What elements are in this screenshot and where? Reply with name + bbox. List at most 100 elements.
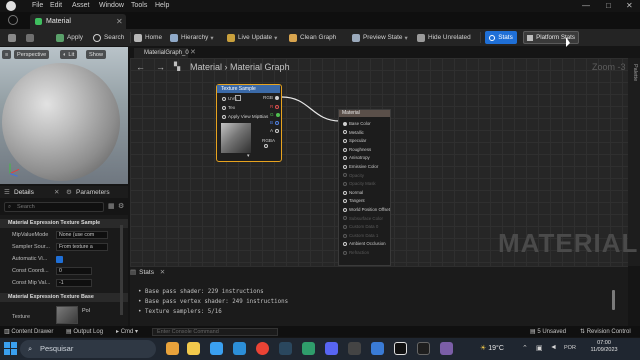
material-input-pin[interactable]: Ambient Occlusion xyxy=(343,241,386,246)
sampler-source-select[interactable]: From texture a xyxy=(56,243,108,251)
unsaved-indicator[interactable]: ▤ 5 Unsaved xyxy=(530,328,566,335)
language-indicator[interactable]: POR xyxy=(564,345,576,351)
section-texture-base[interactable]: Material Expression Texture Base xyxy=(0,293,128,302)
home-button[interactable]: Home xyxy=(134,31,162,44)
clean-graph-button[interactable]: Clean Graph xyxy=(289,31,336,44)
material-input-pin[interactable]: Specular xyxy=(343,138,366,143)
breadcrumb-root[interactable]: Material xyxy=(190,62,222,72)
app-icon[interactable] xyxy=(302,342,315,355)
app-icon[interactable] xyxy=(348,342,361,355)
node-output-pin[interactable]: B xyxy=(270,120,280,125)
minimize-icon[interactable]: — xyxy=(582,1,590,10)
node-output-pin[interactable]: A xyxy=(270,128,280,133)
graph-hierarchy-icon[interactable]: ▚ xyxy=(174,62,180,71)
viewport-menu-button[interactable]: ≡ xyxy=(2,50,12,59)
console-command-input[interactable]: Enter Console Command xyxy=(152,328,278,336)
app-icon[interactable] xyxy=(371,342,384,355)
maximize-icon[interactable]: □ xyxy=(606,1,611,10)
search-button[interactable]: Search xyxy=(93,31,124,44)
menu-asset[interactable]: Asset xyxy=(72,2,90,9)
stats-scrollbar[interactable] xyxy=(612,290,615,310)
live-update-button[interactable]: Live Update ▾ xyxy=(227,31,277,44)
back-arrow-icon[interactable]: ← xyxy=(136,62,145,72)
material-input-pin[interactable]: Emissive Color xyxy=(343,164,378,169)
show-button[interactable]: Show xyxy=(86,50,106,59)
edge-browser-icon[interactable] xyxy=(233,342,246,355)
hide-unrelated-button[interactable]: Hide Unrelated xyxy=(417,31,471,44)
ue-home-icon[interactable] xyxy=(8,15,18,25)
node-input-pin[interactable]: Apply View MipBias xyxy=(222,114,268,119)
close-window-icon[interactable]: ✕ xyxy=(626,1,633,10)
material-input-pin[interactable]: Metallic xyxy=(343,130,364,135)
store-icon[interactable] xyxy=(210,342,223,355)
app-icon[interactable] xyxy=(417,342,430,355)
tab-material[interactable]: Material ✕ xyxy=(30,14,126,29)
menu-help[interactable]: Help xyxy=(155,2,169,9)
material-input-pin[interactable]: Tangent xyxy=(343,198,365,203)
const-mip-value-field[interactable]: -1 xyxy=(56,279,92,287)
revision-control-button[interactable]: ⇅ Revision Control xyxy=(580,328,631,335)
steam-icon[interactable] xyxy=(279,342,292,355)
material-input-pin[interactable]: Normal xyxy=(343,190,363,195)
material-input-pin[interactable]: Custom Data 1 xyxy=(343,233,378,238)
node-output-pin[interactable]: G xyxy=(270,112,280,117)
network-icon[interactable]: ▣ xyxy=(536,344,543,352)
collapse-chevron-icon[interactable]: ▾ xyxy=(247,153,250,159)
node-output-pin[interactable]: R xyxy=(270,104,280,109)
node-output-pin[interactable]: RGB xyxy=(263,95,279,100)
close-tab-icon[interactable]: ✕ xyxy=(116,17,123,26)
app-icon[interactable] xyxy=(440,342,453,355)
chrome-browser-icon[interactable] xyxy=(256,342,269,355)
texture-sample-node[interactable]: Texture Sample UVs Tex Apply View MipBia… xyxy=(216,84,282,162)
taskbar-search-input[interactable]: ⌕ Pesquisar xyxy=(20,340,156,358)
mip-value-mode-select[interactable]: None (use com xyxy=(56,231,108,239)
lit-button[interactable]: ◐ Lit xyxy=(60,50,78,59)
menu-tools[interactable]: Tools xyxy=(131,2,147,9)
grid-view-icon[interactable]: ▦ xyxy=(108,202,115,210)
material-input-pin[interactable]: Anisotropy xyxy=(343,155,370,160)
node-input-pin[interactable]: Tex xyxy=(222,105,235,110)
material-input-pin[interactable]: Custom Data 0 xyxy=(343,224,378,229)
settings-icon[interactable]: ⚙ xyxy=(118,202,124,210)
menu-file[interactable]: File xyxy=(32,2,43,9)
const-coordinate-field[interactable]: 0 xyxy=(56,267,92,275)
stats-tab[interactable]: ▤ Stats ✕ xyxy=(130,268,190,278)
material-result-node[interactable]: Material Base Color Metallic Specular Rough… xyxy=(338,109,391,266)
apply-button[interactable]: Apply xyxy=(56,31,83,44)
material-input-pin[interactable]: Refraction xyxy=(343,250,369,255)
cmd-dropdown[interactable]: ▸ Cmd ▾ xyxy=(116,328,138,335)
section-texture-sample[interactable]: Material Expression Texture Sample xyxy=(0,219,128,228)
material-input-pin[interactable]: Base Color xyxy=(343,121,371,126)
menu-edit[interactable]: Edit xyxy=(50,2,62,9)
output-log-button[interactable]: ▤ Output Log xyxy=(66,328,103,335)
hierarchy-button[interactable]: Hierarchy ▾ xyxy=(170,31,214,44)
close-tab-icon[interactable]: ✕ xyxy=(54,188,59,196)
material-input-pin[interactable]: Opacity Mask xyxy=(343,181,376,186)
preview-state-button[interactable]: Preview State ▾ xyxy=(352,31,408,44)
menu-window[interactable]: Window xyxy=(99,2,124,9)
unreal-engine-taskbar-icon[interactable] xyxy=(394,342,407,355)
material-input-pin[interactable]: Roughness xyxy=(343,147,371,152)
material-preview-viewport[interactable]: ≡ Perspective ◐ Lit Show xyxy=(0,47,128,184)
forward-arrow-icon[interactable]: → xyxy=(156,62,165,72)
automatic-view-mip-checkbox[interactable] xyxy=(56,256,63,263)
material-input-pin[interactable]: Subsurface Color xyxy=(343,216,383,221)
task-view-icon[interactable] xyxy=(166,342,179,355)
platform-stats-button[interactable]: Platform Stats xyxy=(523,31,579,44)
texture-thumbnail[interactable] xyxy=(56,306,78,324)
node-output-pin[interactable]: RGBA xyxy=(262,138,281,148)
tray-chevron-icon[interactable]: ⌃ xyxy=(522,344,528,352)
windows-start-icon[interactable] xyxy=(4,342,17,355)
close-tab-icon[interactable]: ✕ xyxy=(190,48,196,56)
taskbar-clock[interactable]: 07:00 11/09/2023 xyxy=(584,340,624,354)
tab-details[interactable]: Details xyxy=(14,189,34,196)
weather-widget[interactable]: ☀ 19°C xyxy=(480,344,504,352)
close-tab-icon[interactable]: ✕ xyxy=(160,269,165,276)
save-icon[interactable] xyxy=(8,31,19,44)
browse-icon[interactable] xyxy=(26,31,37,44)
perspective-button[interactable]: Perspective xyxy=(14,50,50,59)
tab-material-graph[interactable]: MaterialGraph_0 xyxy=(134,48,189,58)
details-search-input[interactable]: ⌕ Search xyxy=(4,202,104,212)
material-input-pin[interactable]: Opacity xyxy=(343,173,364,178)
tab-parameters[interactable]: Parameters xyxy=(76,189,110,196)
